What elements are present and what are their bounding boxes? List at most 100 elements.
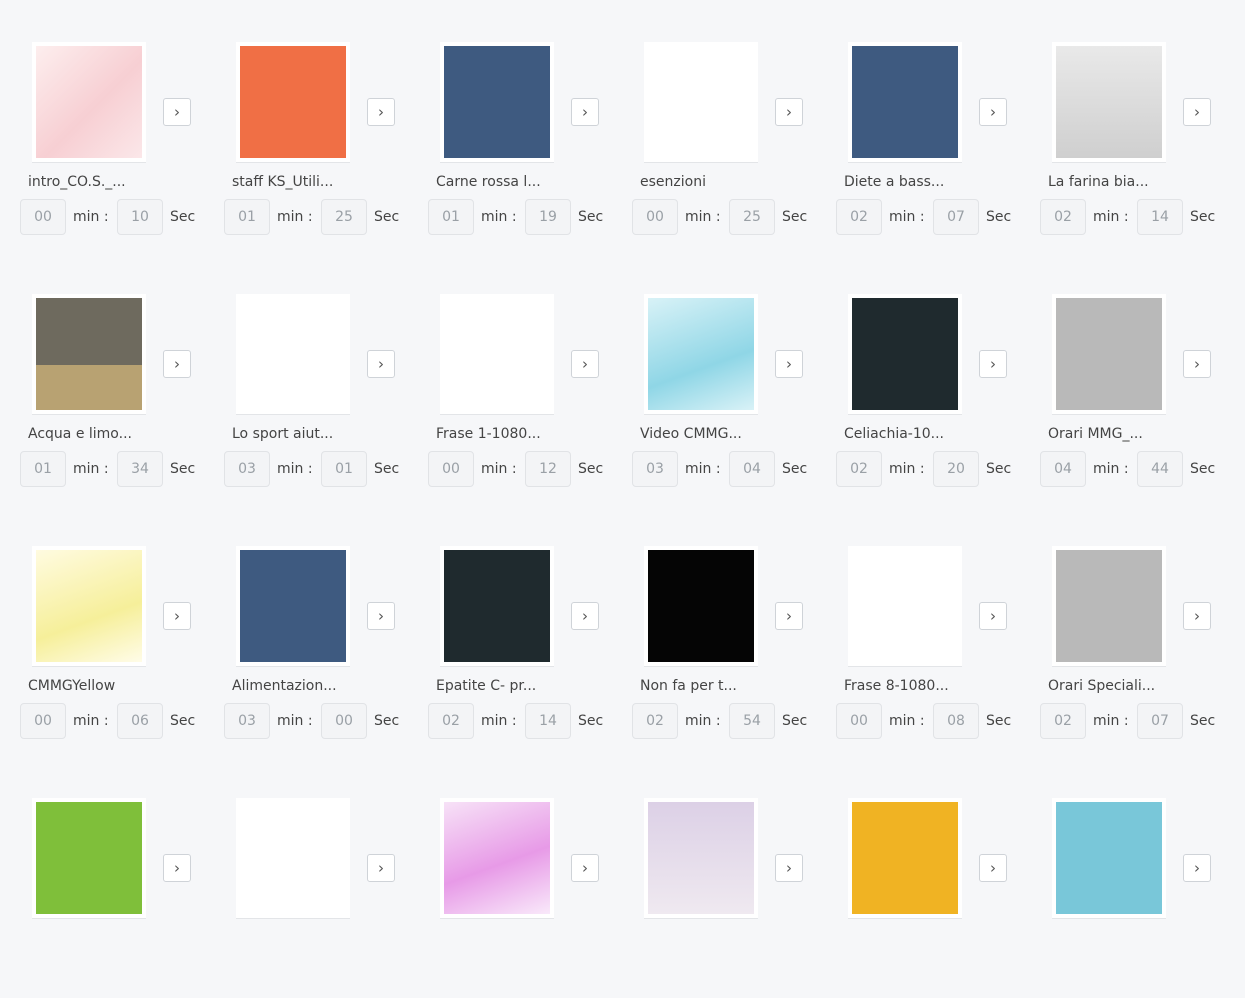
video-thumbnail[interactable]	[32, 42, 146, 163]
thumbnail-image	[852, 550, 958, 662]
video-thumbnail[interactable]	[1052, 798, 1166, 919]
seconds-input[interactable]: 00	[321, 703, 367, 739]
video-thumbnail[interactable]	[1052, 546, 1166, 667]
minutes-input[interactable]: 00	[20, 199, 66, 235]
seconds-input[interactable]: 25	[321, 199, 367, 235]
next-arrow-button[interactable]: ›	[367, 602, 395, 630]
video-thumbnail[interactable]	[644, 546, 758, 667]
minutes-input[interactable]: 02	[836, 199, 882, 235]
video-thumbnail[interactable]	[440, 798, 554, 919]
next-arrow-button[interactable]: ›	[163, 602, 191, 630]
seconds-input[interactable]: 14	[1137, 199, 1183, 235]
minutes-input[interactable]: 02	[632, 703, 678, 739]
seconds-input[interactable]: 07	[933, 199, 979, 235]
thumbnail-image	[648, 298, 754, 410]
playlist-item: ›	[428, 798, 628, 998]
minutes-input[interactable]: 03	[224, 703, 270, 739]
video-thumbnail[interactable]	[236, 798, 350, 919]
minutes-input[interactable]: 00	[836, 703, 882, 739]
minutes-label: min :	[277, 713, 313, 729]
minutes-input[interactable]: 00	[20, 703, 66, 739]
next-arrow-button[interactable]: ›	[775, 602, 803, 630]
seconds-input[interactable]: 14	[525, 703, 571, 739]
video-thumbnail[interactable]	[644, 294, 758, 415]
next-arrow-button[interactable]: ›	[163, 350, 191, 378]
video-thumbnail[interactable]	[848, 798, 962, 919]
next-arrow-button[interactable]: ›	[1183, 854, 1211, 882]
minutes-input[interactable]: 01	[224, 199, 270, 235]
video-thumbnail[interactable]	[1052, 42, 1166, 163]
minutes-input[interactable]: 01	[20, 451, 66, 487]
video-thumbnail[interactable]	[1052, 294, 1166, 415]
next-arrow-button[interactable]: ›	[1183, 350, 1211, 378]
minutes-input[interactable]: 04	[1040, 451, 1086, 487]
seconds-input[interactable]: 19	[525, 199, 571, 235]
seconds-input[interactable]: 34	[117, 451, 163, 487]
minutes-input[interactable]: 01	[428, 199, 474, 235]
playlist-item: ›	[632, 798, 832, 998]
minutes-input[interactable]: 02	[836, 451, 882, 487]
seconds-input[interactable]: 01	[321, 451, 367, 487]
video-thumbnail[interactable]	[440, 294, 554, 415]
seconds-input[interactable]: 07	[1137, 703, 1183, 739]
seconds-input[interactable]: 12	[525, 451, 571, 487]
minutes-input[interactable]: 02	[1040, 703, 1086, 739]
video-thumbnail[interactable]	[32, 546, 146, 667]
video-thumbnail[interactable]	[848, 42, 962, 163]
video-thumbnail[interactable]	[236, 42, 350, 163]
next-arrow-button[interactable]: ›	[1183, 602, 1211, 630]
next-arrow-button[interactable]: ›	[979, 350, 1007, 378]
chevron-right-icon: ›	[1194, 355, 1200, 373]
seconds-input[interactable]: 10	[117, 199, 163, 235]
video-title: Carne rossa l...	[436, 174, 541, 190]
seconds-input[interactable]: 04	[729, 451, 775, 487]
video-thumbnail[interactable]	[236, 546, 350, 667]
next-arrow-button[interactable]: ›	[367, 350, 395, 378]
next-arrow-button[interactable]: ›	[1183, 98, 1211, 126]
minutes-label: min :	[889, 461, 925, 477]
next-arrow-button[interactable]: ›	[163, 854, 191, 882]
next-arrow-button[interactable]: ›	[571, 854, 599, 882]
minutes-input[interactable]: 03	[632, 451, 678, 487]
next-arrow-button[interactable]: ›	[775, 98, 803, 126]
video-thumbnail[interactable]	[644, 42, 758, 163]
next-arrow-button[interactable]: ›	[571, 350, 599, 378]
minutes-input[interactable]: 03	[224, 451, 270, 487]
video-thumbnail[interactable]	[236, 294, 350, 415]
video-thumbnail[interactable]	[440, 546, 554, 667]
next-arrow-button[interactable]: ›	[571, 98, 599, 126]
video-thumbnail[interactable]	[848, 546, 962, 667]
next-arrow-button[interactable]: ›	[979, 98, 1007, 126]
next-arrow-button[interactable]: ›	[775, 854, 803, 882]
seconds-input[interactable]: 20	[933, 451, 979, 487]
minutes-input[interactable]: 00	[428, 451, 474, 487]
video-thumbnail[interactable]	[848, 294, 962, 415]
video-title: Celiachia-10...	[844, 426, 945, 442]
seconds-input[interactable]: 25	[729, 199, 775, 235]
minutes-input[interactable]: 02	[1040, 199, 1086, 235]
seconds-input[interactable]: 54	[729, 703, 775, 739]
minutes-label: min :	[481, 713, 517, 729]
video-title: CMMGYellow	[28, 678, 116, 694]
video-thumbnail[interactable]	[440, 42, 554, 163]
next-arrow-button[interactable]: ›	[367, 98, 395, 126]
next-arrow-button[interactable]: ›	[571, 602, 599, 630]
next-arrow-button[interactable]: ›	[367, 854, 395, 882]
video-thumbnail[interactable]	[32, 294, 146, 415]
seconds-input[interactable]: 06	[117, 703, 163, 739]
next-arrow-button[interactable]: ›	[979, 854, 1007, 882]
video-thumbnail[interactable]	[644, 798, 758, 919]
next-arrow-button[interactable]: ›	[979, 602, 1007, 630]
seconds-input[interactable]: 44	[1137, 451, 1183, 487]
minutes-label: min :	[277, 209, 313, 225]
video-thumbnail[interactable]	[32, 798, 146, 919]
video-title: Frase 8-1080...	[844, 678, 949, 694]
minutes-input[interactable]: 00	[632, 199, 678, 235]
minutes-input[interactable]: 02	[428, 703, 474, 739]
thumbnail-image	[1056, 46, 1162, 158]
next-arrow-button[interactable]: ›	[775, 350, 803, 378]
seconds-input[interactable]: 08	[933, 703, 979, 739]
thumbnail-image	[648, 46, 754, 158]
seconds-label: Sec	[578, 209, 604, 225]
next-arrow-button[interactable]: ›	[163, 98, 191, 126]
